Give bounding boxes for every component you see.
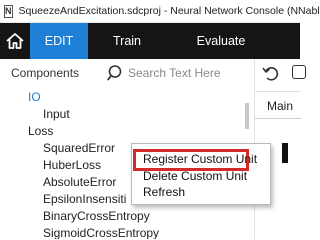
components-header: Components — [0, 59, 254, 87]
tree-scrollbar[interactable] — [245, 103, 249, 129]
tree-item-binarycrossentropy[interactable]: BinaryCrossEntropy — [43, 208, 150, 225]
home-button[interactable] — [0, 23, 30, 59]
context-menu: Register Custom Unit Delete Custom Unit … — [131, 143, 271, 205]
menu-bar: EDIT Train Evaluate — [0, 23, 300, 59]
tree-item-huberloss[interactable]: HuberLoss — [43, 157, 101, 174]
tree-category-loss[interactable]: Loss — [28, 123, 53, 140]
text-cursor — [282, 143, 288, 163]
tree-category-io[interactable]: IO — [28, 89, 41, 106]
tree-item-squarederror[interactable]: SquaredError — [43, 140, 115, 157]
tab-train[interactable]: Train — [104, 23, 150, 59]
tab-edit[interactable]: EDIT — [30, 23, 88, 59]
menu-item-delete-custom-unit[interactable]: Delete Custom Unit — [143, 169, 247, 184]
window-title: SqueezeAndExcitation.sdcproj - Neural Ne… — [18, 5, 320, 17]
search-input[interactable] — [128, 63, 246, 83]
tab-main[interactable]: Main — [255, 91, 301, 119]
tab-evaluate[interactable]: Evaluate — [186, 23, 256, 59]
search-icon[interactable] — [107, 64, 125, 82]
components-title: Components — [11, 66, 80, 80]
tab-main-label: Main — [267, 99, 294, 113]
title-bar: N SqueezeAndExcitation.sdcproj - Neural … — [0, 0, 320, 23]
tree-item-sigmoidcrossentropy[interactable]: SigmoidCrossEntropy — [43, 225, 159, 239]
tree-item-epsiloninsensitive[interactable]: EpsilonInsensiti — [43, 191, 126, 208]
menu-item-refresh[interactable]: Refresh — [143, 185, 185, 200]
home-icon — [6, 33, 24, 49]
menu-item-register-custom-unit[interactable]: Register Custom Unit — [143, 152, 257, 167]
tree-item-input[interactable]: Input — [43, 106, 70, 123]
app-icon: N — [4, 4, 13, 18]
toolbar-icon[interactable] — [292, 65, 306, 79]
tree-item-absoluteerror[interactable]: AbsoluteError — [43, 174, 116, 191]
undo-icon[interactable] — [261, 63, 281, 83]
